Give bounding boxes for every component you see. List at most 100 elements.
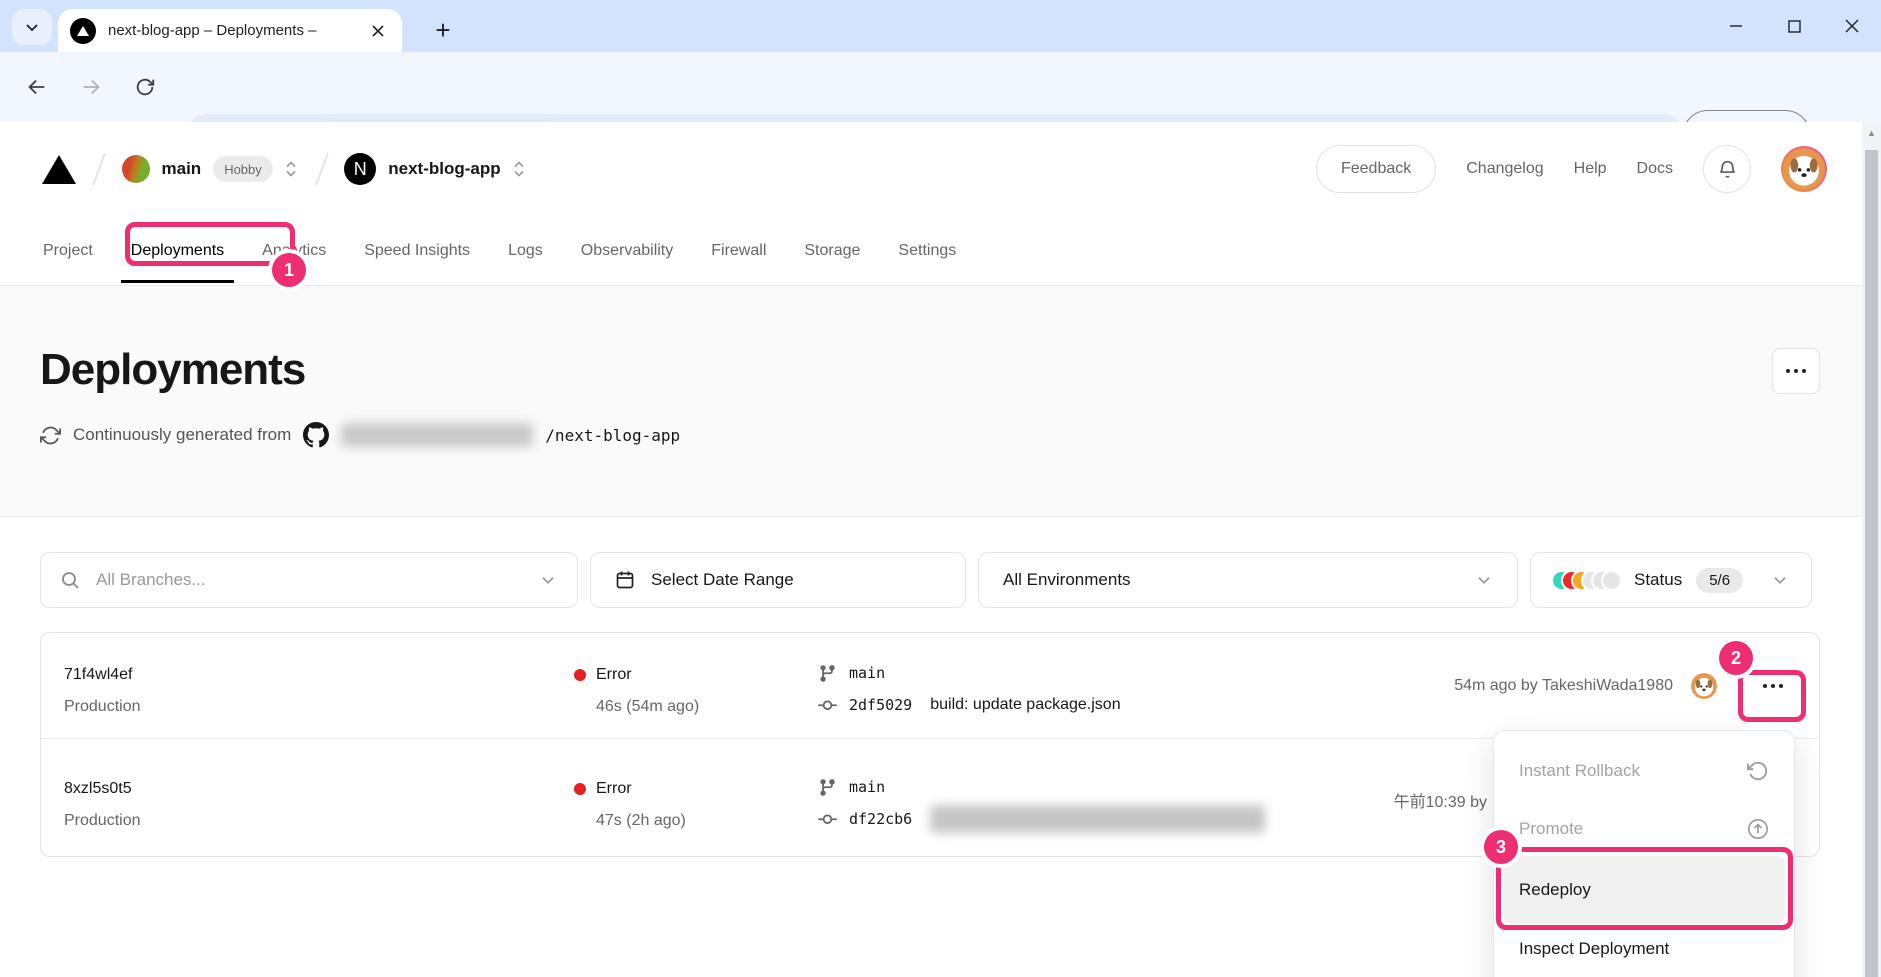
page-title: Deployments	[40, 345, 305, 395]
tab-firewall[interactable]: Firewall	[711, 216, 766, 285]
tab-deployments[interactable]: Deployments	[131, 216, 224, 285]
menu-item-label: Inspect Deployment	[1519, 939, 1669, 959]
window-controls	[1707, 0, 1881, 52]
deployment-id-cell: 8xzl5s0t5 Production	[64, 778, 141, 832]
minimize-button[interactable]	[1707, 0, 1765, 52]
status-text: Error	[596, 664, 632, 686]
chevron-updown-icon	[283, 159, 299, 179]
nextjs-logo-icon[interactable]: N	[344, 153, 376, 185]
reload-button[interactable]	[128, 70, 162, 104]
browser-tab[interactable]: next-blog-app – Deployments –	[58, 9, 402, 52]
commit-hash[interactable]: 2df5029	[849, 696, 912, 714]
scrollbar-up-arrow[interactable]: ▲	[1862, 128, 1881, 138]
generated-from-line: Continuously generated from /next-blog-a…	[40, 422, 680, 448]
back-button[interactable]	[20, 70, 54, 104]
notifications-button[interactable]	[1703, 145, 1751, 193]
tab-project[interactable]: Project	[43, 216, 93, 285]
menu-item-promote[interactable]: Promote	[1503, 804, 1785, 854]
scrollbar-thumb[interactable]	[1865, 150, 1878, 977]
page-menu-button[interactable]	[1772, 348, 1820, 394]
deployment-id[interactable]: 71f4wl4ef	[64, 664, 141, 686]
deployment-git-cell: main df22cb6	[818, 776, 1265, 830]
github-icon	[303, 422, 329, 448]
environments-label: All Environments	[1003, 570, 1131, 590]
chevron-down-icon	[1475, 571, 1493, 589]
chevron-updown-icon	[511, 159, 527, 179]
deployment-environment: Production	[64, 810, 141, 832]
date-range-filter[interactable]: Select Date Range	[590, 552, 966, 608]
error-status-icon	[574, 669, 586, 681]
menu-item-inspect-deployment[interactable]: Inspect Deployment	[1503, 924, 1785, 974]
deployment-status-cell: Error 46s (54m ago)	[574, 664, 699, 718]
breadcrumb-divider	[92, 153, 105, 185]
branch-name[interactable]: main	[849, 664, 885, 682]
project-name[interactable]: next-blog-app	[388, 159, 500, 179]
commit-message: build: update package.json	[930, 696, 1120, 714]
new-tab-button[interactable]: +	[425, 12, 461, 48]
tab-logs[interactable]: Logs	[508, 216, 543, 285]
changelog-link[interactable]: Changelog	[1466, 160, 1543, 178]
status-dots	[1553, 572, 1620, 589]
calendar-icon	[615, 570, 635, 590]
close-window-button[interactable]	[1823, 0, 1881, 52]
deployment-id-cell: 71f4wl4ef Production	[64, 664, 141, 718]
menu-item-label: Redeploy	[1519, 880, 1591, 900]
team-switcher-button[interactable]	[283, 159, 299, 179]
vercel-logo-icon[interactable]	[42, 155, 76, 184]
deployment-meta: 午前10:39 by	[1394, 788, 1487, 812]
project-nav: Project Deployments Analytics Speed Insi…	[0, 216, 1881, 286]
status-filter[interactable]: Status 5/6	[1530, 552, 1812, 608]
tab-title-fade	[332, 19, 362, 43]
page-hero	[0, 286, 1881, 517]
forward-icon	[80, 76, 102, 98]
duration-text: 47s (2h ago)	[596, 810, 686, 832]
row-actions-menu-button[interactable]	[1751, 671, 1795, 701]
deployment-row[interactable]: 71f4wl4ef Production Error 46s (54m ago)…	[41, 633, 1819, 738]
help-link[interactable]: Help	[1574, 160, 1607, 178]
plan-badge: Hobby	[213, 156, 273, 182]
deployment-id[interactable]: 8xzl5s0t5	[64, 778, 141, 800]
team-avatar[interactable]	[122, 155, 150, 183]
branches-search-input[interactable]	[96, 570, 539, 590]
browser-tab-strip: next-blog-app – Deployments – +	[0, 0, 1881, 52]
repo-owner-redacted	[341, 423, 533, 447]
tab-speed-insights[interactable]: Speed Insights	[364, 216, 470, 285]
tab-close-button[interactable]	[366, 19, 390, 43]
team-name[interactable]: main	[162, 159, 202, 179]
user-avatar[interactable]	[1781, 146, 1827, 192]
environments-filter[interactable]: All Environments	[978, 552, 1518, 608]
back-icon	[26, 76, 48, 98]
bell-icon	[1717, 159, 1738, 180]
branches-filter[interactable]	[40, 552, 578, 608]
date-range-label: Select Date Range	[651, 570, 794, 590]
branch-name[interactable]: main	[849, 778, 885, 796]
maximize-button[interactable]	[1765, 0, 1823, 52]
menu-item-redeploy[interactable]: Redeploy	[1503, 856, 1785, 924]
page-scrollbar[interactable]: ▲	[1862, 122, 1881, 977]
tab-storage[interactable]: Storage	[804, 216, 860, 285]
tab-search-button[interactable]	[12, 9, 52, 45]
user-avatar-image	[1783, 148, 1825, 190]
tab-settings[interactable]: Settings	[898, 216, 956, 285]
vercel-favicon-icon	[70, 18, 96, 44]
repo-path[interactable]: /next-blog-app	[545, 426, 680, 445]
menu-item-label: Promote	[1519, 819, 1583, 839]
author-avatar	[1691, 673, 1717, 699]
tab-analytics[interactable]: Analytics	[262, 216, 326, 285]
menu-item-instant-rollback[interactable]: Instant Rollback	[1503, 746, 1785, 796]
project-switcher-button[interactable]	[511, 159, 527, 179]
menu-item-label: Instant Rollback	[1519, 761, 1640, 781]
rollback-icon	[1747, 760, 1769, 782]
forward-button[interactable]	[74, 70, 108, 104]
generated-from-label: Continuously generated from	[73, 425, 291, 445]
chevron-down-icon	[1771, 571, 1789, 589]
deployment-meta: 54m ago by TakeshiWada1980	[1454, 677, 1673, 695]
feedback-button[interactable]: Feedback	[1316, 145, 1436, 193]
git-commit-icon	[818, 696, 837, 715]
commit-hash[interactable]: df22cb6	[849, 810, 912, 828]
commit-message-redacted	[930, 805, 1265, 833]
tab-observability[interactable]: Observability	[581, 216, 673, 285]
docs-link[interactable]: Docs	[1637, 160, 1673, 178]
status-label: Status	[1634, 570, 1682, 590]
deployment-git-cell: main 2df5029 build: update package.json	[818, 662, 1121, 716]
